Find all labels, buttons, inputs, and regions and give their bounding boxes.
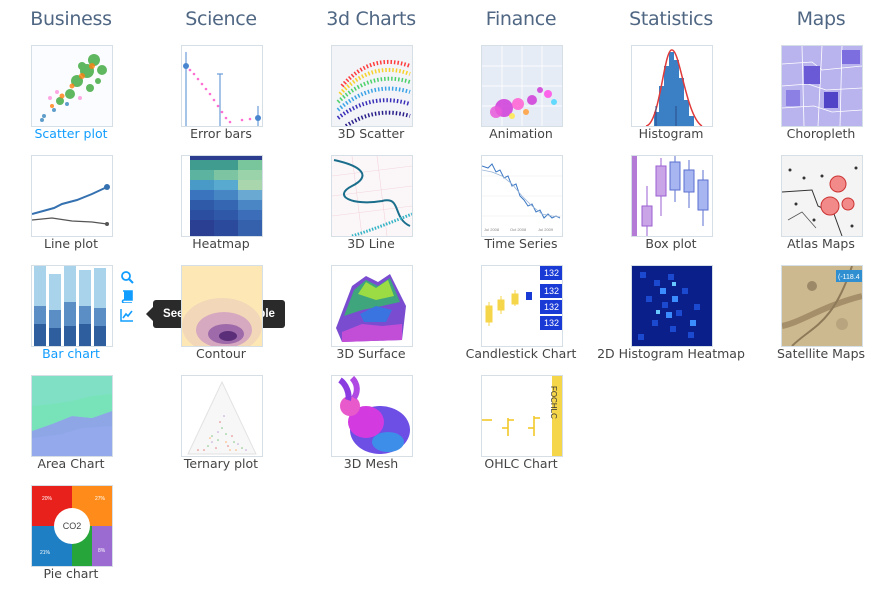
3d-line-thumbnail[interactable] xyxy=(331,155,413,237)
atlas-maps-thumbnail[interactable] xyxy=(781,155,863,237)
ohlc-chart-link[interactable]: OHLC Chart xyxy=(446,455,596,473)
column-heading-business: Business xyxy=(30,8,112,30)
pie-pct-label: 8% xyxy=(98,548,106,554)
candle-tag: 132 xyxy=(544,286,559,296)
3d-mesh-link[interactable]: 3D Mesh xyxy=(296,455,446,473)
error-bars-link[interactable]: Error bars xyxy=(146,125,296,143)
3d-surface-thumbnail[interactable] xyxy=(331,265,413,347)
column-heading-maps: Maps xyxy=(796,8,846,30)
3d-scatter-thumbnail[interactable] xyxy=(331,45,413,127)
time-series-thumbnail[interactable]: Jul 2008 Oct 2008 Jul 2009 xyxy=(481,155,563,237)
bar-chart-actions xyxy=(120,270,134,327)
satellite-maps-thumbnail[interactable]: (-118.4 xyxy=(781,265,863,347)
satellite-maps-link[interactable]: Satellite Maps xyxy=(746,345,891,363)
3d-surface-link[interactable]: 3D Surface xyxy=(296,345,446,363)
bar-chart-thumbnail[interactable] xyxy=(31,265,113,347)
histogram-thumbnail[interactable] xyxy=(631,45,713,127)
pie-chart-link[interactable]: Pie chart xyxy=(0,565,146,583)
ohlc-tag: FOCHLC xyxy=(549,386,558,419)
area-chart-link[interactable]: Area Chart xyxy=(0,455,146,473)
time-series-tick: Jul 2009 xyxy=(538,227,554,232)
box-plot-link[interactable]: Box plot xyxy=(596,235,746,253)
pie-pct-label: 20% xyxy=(42,496,53,502)
pie-center-text: CO2 xyxy=(63,521,82,531)
column-heading-finance: Finance xyxy=(485,8,557,30)
bar-chart-link[interactable]: Bar chart xyxy=(0,345,146,363)
scatter-plot-thumbnail[interactable] xyxy=(31,45,113,127)
animation-thumbnail[interactable] xyxy=(481,45,563,127)
3d-mesh-thumbnail[interactable] xyxy=(331,375,413,457)
area-chart-thumbnail[interactable] xyxy=(31,375,113,457)
candle-tag: 132 xyxy=(544,318,559,328)
3d-scatter-link[interactable]: 3D Scatter xyxy=(296,125,446,143)
scatter-plot-link[interactable]: Scatter plot xyxy=(0,125,146,143)
heatmap-link[interactable]: Heatmap xyxy=(146,235,296,253)
ternary-plot-link[interactable]: Ternary plot xyxy=(146,455,296,473)
histogram-link[interactable]: Histogram xyxy=(596,125,746,143)
candle-tag: 132 xyxy=(544,268,559,278)
3d-line-link[interactable]: 3D Line xyxy=(296,235,446,253)
book-icon[interactable] xyxy=(120,289,134,307)
search-icon[interactable] xyxy=(120,270,134,288)
ternary-plot-thumbnail[interactable] xyxy=(181,375,263,457)
choropleth-link[interactable]: Choropleth xyxy=(746,125,891,143)
time-series-link[interactable]: Time Series xyxy=(446,235,596,253)
choropleth-thumbnail[interactable] xyxy=(781,45,863,127)
contour-link[interactable]: Contour xyxy=(146,345,296,363)
heatmap-thumbnail[interactable] xyxy=(181,155,263,237)
column-heading-3d-charts: 3d Charts xyxy=(326,8,416,30)
line-plot-thumbnail[interactable] xyxy=(31,155,113,237)
pie-pct-label: 27% xyxy=(95,496,106,502)
column-heading-statistics: Statistics xyxy=(629,8,713,30)
candlestick-chart-link[interactable]: Candlestick Chart xyxy=(446,345,596,363)
line-chart-icon[interactable] xyxy=(120,308,134,326)
contour-thumbnail[interactable] xyxy=(181,265,263,347)
error-bars-thumbnail[interactable] xyxy=(181,45,263,127)
atlas-maps-link[interactable]: Atlas Maps xyxy=(746,235,891,253)
2d-histogram-heatmap-thumbnail[interactable] xyxy=(631,265,713,347)
line-plot-link[interactable]: Line plot xyxy=(0,235,146,253)
animation-link[interactable]: Animation xyxy=(446,125,596,143)
time-series-tick: Oct 2008 xyxy=(510,227,527,232)
pie-chart-thumbnail[interactable]: CO2 20% 27% 21% 8% xyxy=(31,485,113,567)
column-heading-science: Science xyxy=(185,8,257,30)
time-series-tick: Jul 2008 xyxy=(484,227,500,232)
atlas-tag: (-118.4 xyxy=(838,274,860,281)
2d-histogram-heatmap-link[interactable]: 2D Histogram Heatmap xyxy=(596,345,746,363)
candlestick-chart-thumbnail[interactable]: 132 132 132 132 xyxy=(481,265,563,347)
box-plot-thumbnail[interactable] xyxy=(631,155,713,237)
ohlc-chart-thumbnail[interactable]: FOCHLC xyxy=(481,375,563,457)
pie-pct-label: 21% xyxy=(40,550,51,556)
candle-tag: 132 xyxy=(544,302,559,312)
